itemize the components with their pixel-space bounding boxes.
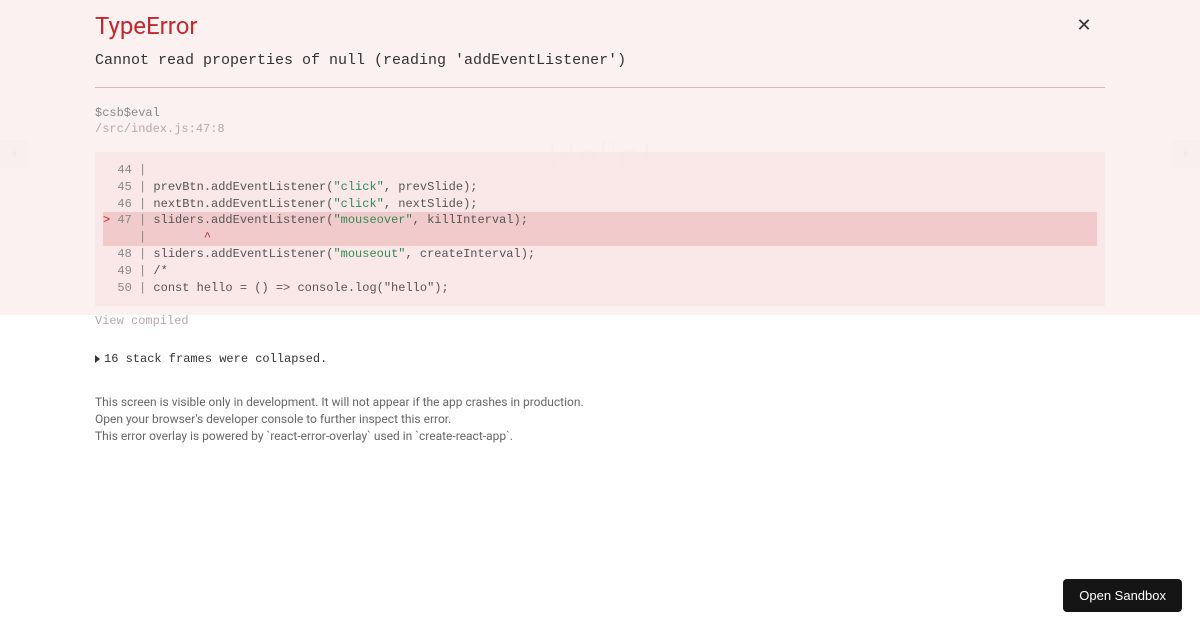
close-icon: ✕: [1076, 17, 1091, 35]
error-type-heading: TypeError: [95, 12, 1105, 40]
info-line-1: This screen is visible only in developme…: [95, 394, 1105, 411]
info-line-2: Open your browser's developer console to…: [95, 411, 1105, 428]
code-line: 48 | sliders.addEventListener("mouseout"…: [103, 246, 1097, 263]
code-block: 44 | 45 | prevBtn.addEventListener("clic…: [95, 152, 1105, 306]
code-line: 49 | /*: [103, 263, 1097, 280]
code-line-error: > 47 | sliders.addEventListener("mouseov…: [103, 212, 1097, 229]
code-line: 44 |: [103, 162, 1097, 179]
code-line: 46 | nextBtn.addEventListener("click", n…: [103, 196, 1097, 213]
close-button[interactable]: ✕: [1076, 18, 1092, 34]
info-line-3: This error overlay is powered by `react-…: [95, 428, 1105, 445]
code-line: 45 | prevBtn.addEventListener("click", p…: [103, 179, 1097, 196]
open-sandbox-button[interactable]: Open Sandbox: [1063, 579, 1182, 612]
expand-arrow-icon: [95, 355, 100, 363]
collapsed-frames-toggle[interactable]: 16 stack frames were collapsed.: [95, 352, 1105, 366]
collapsed-frames-label: 16 stack frames were collapsed.: [104, 352, 327, 366]
view-compiled-link[interactable]: View compiled: [95, 314, 1105, 328]
code-line-caret: | ^: [103, 229, 1097, 246]
file-location: /src/index.js:47:8: [95, 122, 1105, 136]
eval-label: $csb$eval: [95, 106, 1105, 120]
error-message: Cannot read properties of null (reading …: [95, 52, 1105, 69]
divider: [95, 87, 1105, 88]
code-line: 50 | const hello = () => console.log("he…: [103, 280, 1097, 297]
